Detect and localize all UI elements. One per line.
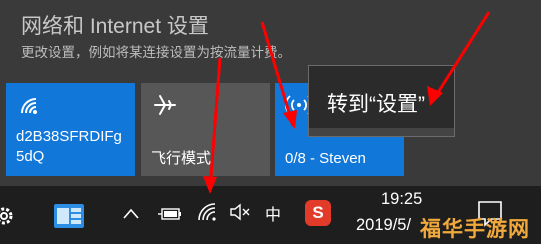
clock-date[interactable]: 2019/5/ <box>356 216 411 235</box>
tooltip-text: 转到“设置” <box>327 93 425 116</box>
wifi-quick-action-tile[interactable]: d2B38SFRDIFg 5dQ <box>6 83 135 176</box>
wifi-network-name: d2B38SFRDIFg 5dQ <box>16 127 122 167</box>
airplane-mode-label: 飞行模式 <box>151 150 212 167</box>
wifi-network-name-line1: d2B38SFRDIFg <box>16 128 122 145</box>
tooltip-bottom-bar <box>309 128 454 136</box>
watermark-text: 福华手游网 <box>420 218 530 241</box>
go-to-settings-tooltip: 转到“设置” <box>308 65 455 137</box>
chevron-up-icon[interactable] <box>122 206 140 220</box>
wifi-network-name-line2: 5dQ <box>16 148 45 165</box>
wifi-icon <box>21 98 37 114</box>
airplane-mode-tile[interactable]: 飞行模式 <box>141 83 270 176</box>
site-watermark: 福华手游网 <box>416 206 541 244</box>
network-settings-description: 更改设置，例如将某连接设置为按流量计费。 <box>21 45 291 60</box>
airplane-icon <box>154 95 176 115</box>
sogou-icon[interactable]: S <box>305 200 331 226</box>
mobile-hotspot-label: 0/8 - Steven <box>285 150 366 167</box>
battery-icon[interactable] <box>158 206 182 222</box>
app-icon[interactable] <box>53 202 85 230</box>
volume-muted-icon[interactable] <box>229 203 251 221</box>
gear-icon[interactable] <box>0 204 18 228</box>
network-settings-link[interactable]: 网络和 Internet 设置 <box>21 10 209 40</box>
input-method-indicator[interactable]: 中 <box>265 201 281 225</box>
network-flyout: 网络和 Internet 设置 更改设置，例如将某连接设置为按流量计费。 d2B… <box>0 0 541 186</box>
wifi-icon[interactable] <box>196 202 218 222</box>
